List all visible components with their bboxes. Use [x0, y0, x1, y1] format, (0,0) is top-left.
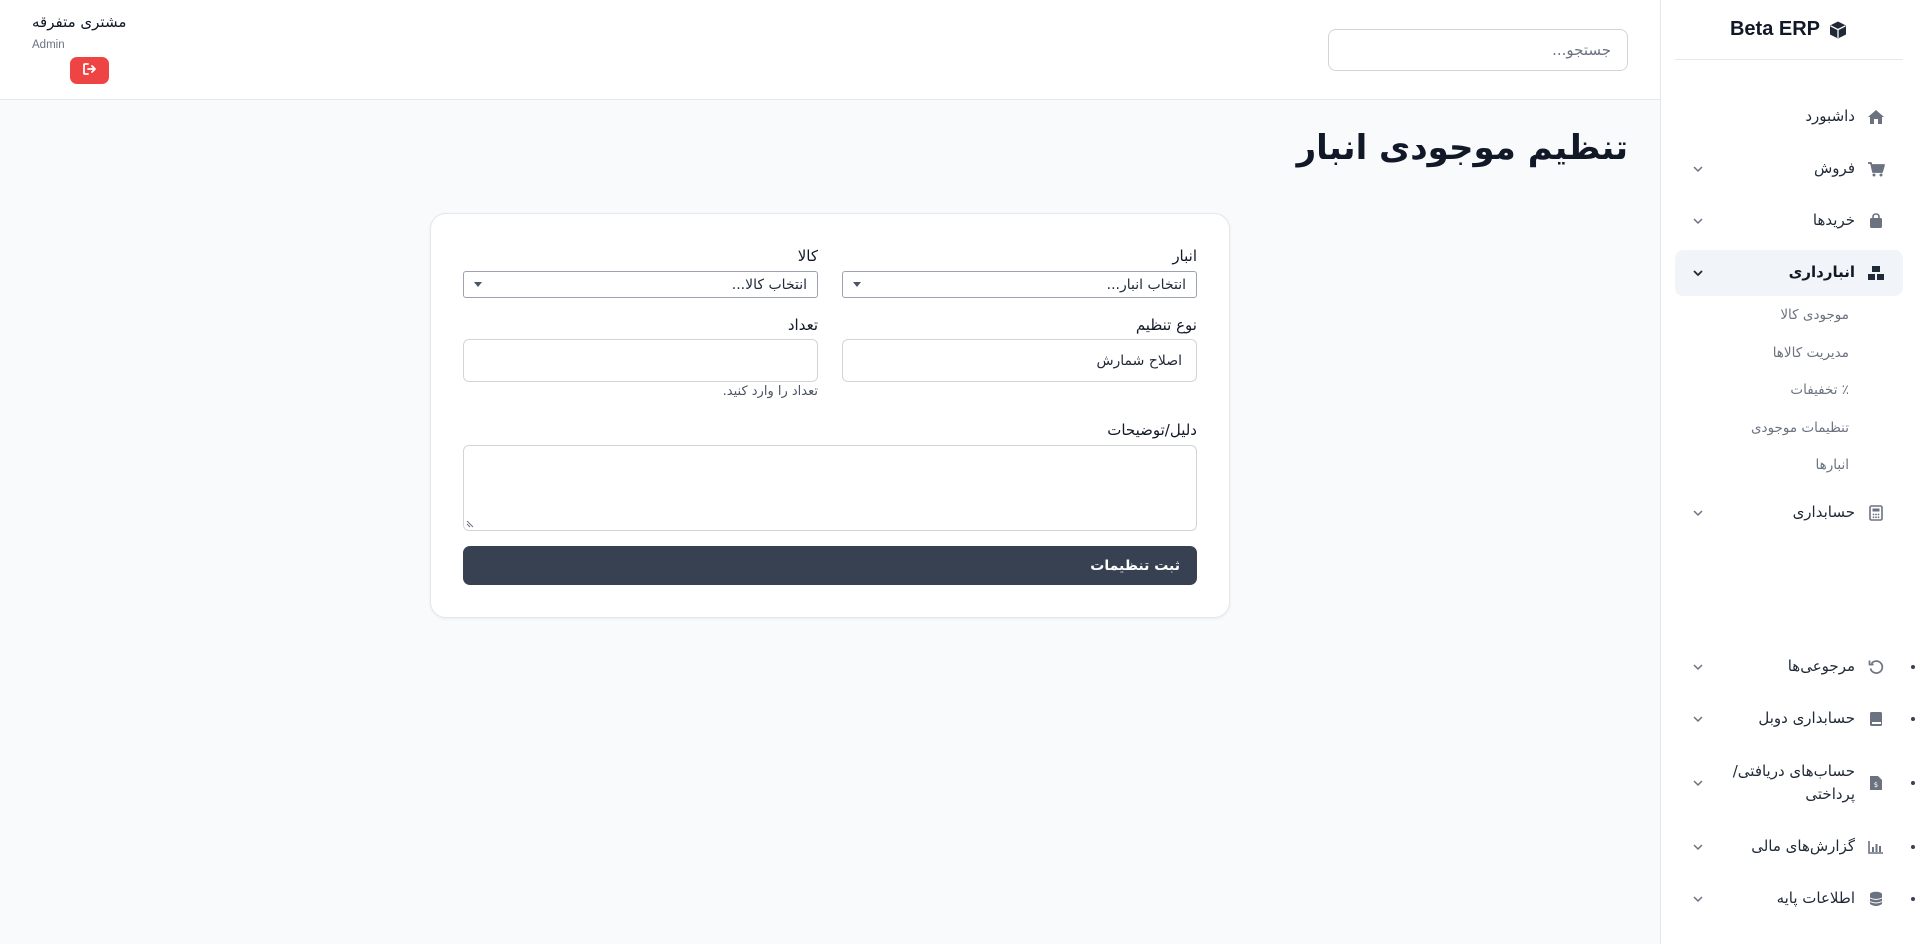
chevron-down-icon [1693, 716, 1703, 723]
invoice-icon: $ [1867, 774, 1885, 792]
sidebar-item-accounting[interactable]: حسابداری [1675, 490, 1903, 536]
chevron-down-icon [1693, 270, 1703, 277]
logout-button[interactable] [70, 57, 109, 84]
chevron-down-icon [1693, 844, 1703, 851]
sidebar-item-label: فروش [1813, 159, 1855, 178]
chevron-down-icon [1693, 218, 1703, 225]
cube-icon [1830, 21, 1847, 38]
book-icon [1867, 710, 1885, 728]
sidebar-item-purchases[interactable]: خریدها [1675, 198, 1903, 244]
chevron-down-icon [1693, 166, 1703, 173]
quantity-label: تعداد [787, 316, 818, 334]
sidebar-item-receivables-payables[interactable]: $ حساب‌های دریافتی/پرداختی [1675, 758, 1915, 808]
warehouse-select-value: انتخاب انبار... [1106, 276, 1186, 293]
submit-button[interactable]: ثبت تنظیمات [463, 546, 1197, 585]
submenu-item-warehouses[interactable]: انبارها [1699, 452, 1849, 478]
sidebar: Beta ERP داشبورد فروش خریدها انبارداری م… [1660, 0, 1919, 944]
product-select[interactable]: انتخاب کالا... [463, 271, 818, 298]
reason-textarea[interactable] [463, 445, 1197, 531]
submenu-item-inventory[interactable]: موجودی کالا [1699, 302, 1849, 328]
list-bullet [1911, 781, 1915, 785]
adjustment-type-label: نوع تنظیم [1135, 316, 1197, 334]
sidebar-item-returns[interactable]: مرجوعی‌ها [1675, 644, 1915, 690]
cart-icon [1867, 160, 1885, 178]
user-role: Admin [32, 39, 65, 51]
product-label: کالا [797, 247, 818, 265]
sidebar-item-financial-reports[interactable]: گزارش‌های مالی [1675, 824, 1915, 870]
svg-text:$: $ [1874, 781, 1878, 789]
list-bullet [1911, 897, 1915, 901]
submenu-item-inventory-settings[interactable]: تنظیمات موجودی [1699, 415, 1849, 441]
sidebar-item-base-data[interactable]: اطلاعات پایه [1675, 876, 1915, 922]
sidebar-item-label: گزارش‌های مالی [1751, 837, 1855, 856]
undo-icon [1867, 658, 1885, 676]
submenu-item-discounts[interactable]: ٪ تخفیفات [1699, 377, 1849, 403]
product-select-value: انتخاب کالا... [731, 276, 807, 293]
chart-icon [1867, 838, 1885, 856]
database-icon [1867, 890, 1885, 908]
brand[interactable]: Beta ERP [1675, 0, 1903, 60]
chevron-down-icon [1693, 664, 1703, 671]
boxes-icon [1867, 264, 1885, 282]
warehouse-select[interactable]: انتخاب انبار... [842, 271, 1197, 298]
logout-icon [82, 63, 97, 78]
sidebar-item-label: اطلاعات پایه [1776, 889, 1855, 908]
sidebar-item-label: خریدها [1812, 211, 1855, 230]
sidebar-item-label: انبارداری [1788, 263, 1855, 282]
sidebar-item-label: مرجوعی‌ها [1787, 657, 1855, 676]
sidebar-item-dashboard[interactable]: داشبورد [1675, 94, 1903, 140]
dropdown-arrow-icon [853, 282, 861, 287]
adjustment-type-value: اصلاح شمارش [1096, 352, 1182, 369]
list-bullet [1911, 665, 1915, 669]
sidebar-item-double-accounting[interactable]: حسابداری دوبل [1675, 696, 1915, 742]
sidebar-item-label: حساب‌های دریافتی/پرداختی [1732, 761, 1855, 803]
list-bullet [1911, 845, 1915, 849]
quantity-input[interactable] [463, 339, 818, 382]
chevron-down-icon [1693, 896, 1703, 903]
user-name: مشتری متفرقه [32, 13, 127, 31]
calculator-icon [1867, 504, 1885, 522]
quantity-hint: تعداد را وارد کنید. [722, 384, 818, 399]
list-bullet [1911, 717, 1915, 721]
resize-handle-icon[interactable] [466, 520, 474, 528]
sidebar-item-label: حسابداری [1792, 503, 1855, 522]
top-header: مشتری متفرقه Admin [0, 0, 1660, 100]
chevron-down-icon [1693, 780, 1703, 787]
chevron-down-icon [1693, 510, 1703, 517]
sidebar-item-warehousing[interactable]: انبارداری [1675, 250, 1903, 296]
sidebar-item-label: حسابداری دوبل [1758, 709, 1855, 728]
brand-name: Beta ERP [1729, 18, 1821, 40]
home-icon [1867, 108, 1885, 126]
warehouse-label: انبار [1172, 247, 1197, 265]
reason-label: دلیل/توضیحات [1107, 421, 1197, 439]
search-input[interactable] [1328, 29, 1628, 71]
sidebar-item-label: داشبورد [1805, 107, 1855, 126]
dropdown-arrow-icon [474, 282, 482, 287]
bag-icon [1867, 212, 1885, 230]
page-title: تنظیم موجودی انبار [1296, 128, 1628, 168]
sidebar-item-sales[interactable]: فروش [1675, 146, 1903, 192]
submenu-item-manage-products[interactable]: مدیریت کالاها [1699, 340, 1849, 366]
adjustment-form-card: انبار انتخاب انبار... کالا انتخاب کالا..… [430, 213, 1230, 618]
adjustment-type-field[interactable]: اصلاح شمارش [842, 339, 1197, 382]
